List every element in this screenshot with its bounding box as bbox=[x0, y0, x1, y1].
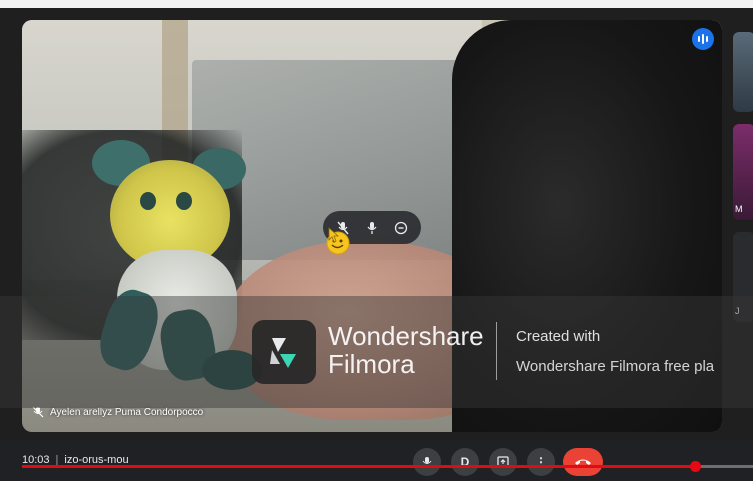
audio-level-icon bbox=[692, 28, 714, 50]
captions-button[interactable]: D bbox=[451, 448, 479, 476]
participant-thumbnail[interactable]: M bbox=[733, 124, 753, 220]
video-progress-bar[interactable] bbox=[22, 461, 753, 472]
watermark-created-with: Created with bbox=[516, 328, 601, 345]
meet-window: Ayelen arellyz Puma Condorpocco M J Wond… bbox=[0, 0, 753, 481]
participant-name: Ayelen arellyz Puma Condorpocco bbox=[50, 406, 204, 418]
present-button[interactable] bbox=[489, 448, 517, 476]
filmora-logo-icon bbox=[252, 320, 316, 384]
mic-button[interactable] bbox=[413, 448, 441, 476]
top-strip bbox=[0, 0, 753, 8]
watermark-product: Wondershare Filmora free pla bbox=[516, 358, 715, 375]
watermark-brand: Wondershare Filmora bbox=[328, 321, 484, 379]
emoji-cursor-icon bbox=[326, 227, 350, 255]
meeting-control-bar: 10:03 | izo-orus-mou D ⋮ bbox=[0, 440, 753, 481]
watermark-divider bbox=[496, 322, 497, 380]
participant-thumbnail[interactable] bbox=[733, 32, 753, 112]
more-options-button[interactable]: ⋮ bbox=[527, 448, 555, 476]
video-progress-fill bbox=[22, 465, 695, 468]
video-progress-handle[interactable] bbox=[689, 461, 701, 472]
remove-icon[interactable] bbox=[389, 216, 413, 240]
mic-icon[interactable] bbox=[360, 216, 384, 240]
end-call-button[interactable] bbox=[563, 448, 603, 476]
